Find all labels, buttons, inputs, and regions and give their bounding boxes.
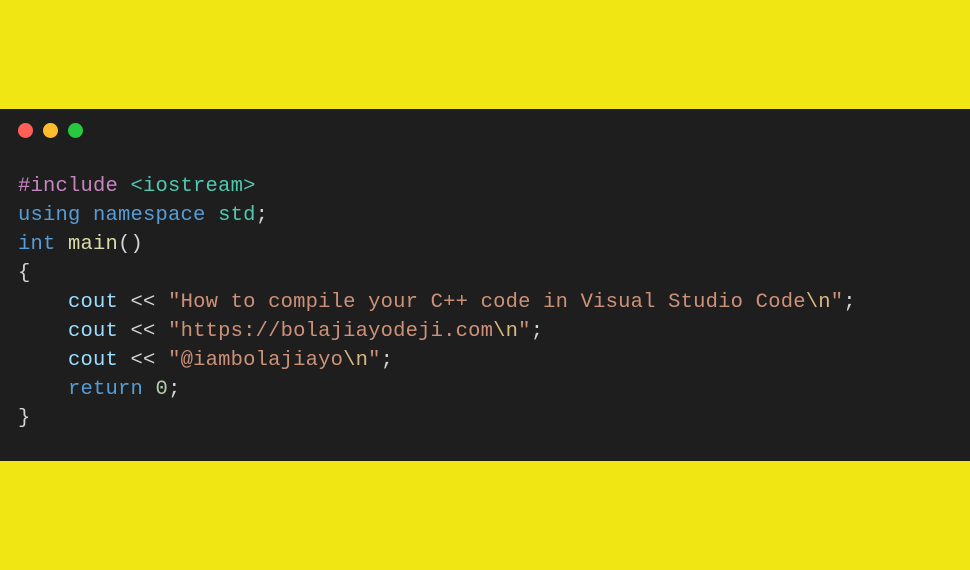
keyword-return: return	[68, 378, 143, 401]
cout-object: cout	[68, 291, 118, 314]
close-icon[interactable]	[18, 123, 33, 138]
number-literal: 0	[156, 378, 169, 401]
keyword-using: using	[18, 204, 81, 227]
code-editor-window: #include <iostream> using namespace std;…	[0, 109, 970, 462]
cout-object: cout	[68, 320, 118, 343]
string-literal: @iambolajiayo	[181, 349, 344, 372]
stream-operator: <<	[131, 291, 156, 314]
code-content: #include <iostream> using namespace std;…	[0, 144, 970, 462]
escape-sequence: \n	[806, 291, 831, 314]
minimize-icon[interactable]	[43, 123, 58, 138]
brace-close: }	[18, 407, 31, 430]
include-header: <iostream>	[131, 175, 256, 198]
escape-sequence: \n	[493, 320, 518, 343]
namespace-std: std	[218, 204, 256, 227]
stream-operator: <<	[131, 320, 156, 343]
maximize-icon[interactable]	[68, 123, 83, 138]
string-literal: How to compile your C++ code in Visual S…	[181, 291, 806, 314]
keyword-namespace: namespace	[93, 204, 206, 227]
cout-object: cout	[68, 349, 118, 372]
escape-sequence: \n	[343, 349, 368, 372]
preprocessor-directive: #include	[18, 175, 118, 198]
string-literal: https://bolajiayodeji.com	[181, 320, 494, 343]
stream-operator: <<	[131, 349, 156, 372]
window-titlebar	[0, 109, 970, 144]
type-int: int	[18, 233, 56, 256]
function-main: main	[68, 233, 118, 256]
brace-open: {	[18, 262, 31, 285]
